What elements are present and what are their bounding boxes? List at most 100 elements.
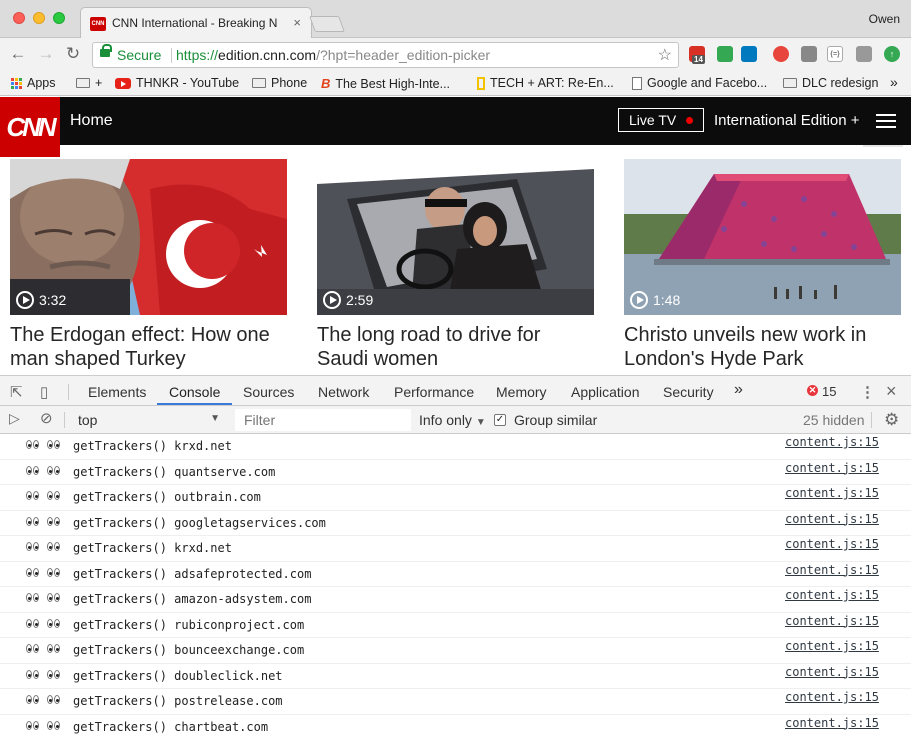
group-similar-checkbox[interactable]: ✓	[494, 414, 506, 426]
console-source-link[interactable]: content.js:15	[785, 665, 879, 679]
bookmark-phone[interactable]: Phone	[252, 76, 307, 90]
story-headline[interactable]: Christo unveils new work in London's Hyd…	[624, 323, 901, 371]
console-source-link[interactable]: content.js:15	[785, 614, 879, 628]
console-message-row[interactable]: getTrackers() bounceexchange.com content.…	[0, 638, 911, 664]
tab-sources[interactable]: Sources	[243, 384, 294, 400]
b-icon: B	[321, 76, 331, 91]
story-thumbnail[interactable]: 1:48	[624, 159, 901, 315]
bookmark-google-facebook[interactable]: Google and Facebo...	[632, 76, 767, 90]
tab-security[interactable]: Security	[663, 384, 714, 400]
story-card-erdogan[interactable]: 3:32 The Erdogan effect: How one man sha…	[10, 159, 287, 371]
devtools-menu-icon[interactable]: ⋮	[860, 383, 875, 401]
cnn-logo[interactable]: CNN	[0, 97, 60, 157]
browser-toolbar: ← → ↻ Secure https://edition.cnn.com/?hp…	[0, 38, 911, 72]
console-source-link[interactable]: content.js:15	[785, 486, 879, 500]
bookmark-apps[interactable]: Apps	[11, 76, 56, 90]
edition-picker[interactable]: International Edition +	[714, 112, 860, 129]
console-message-row[interactable]: getTrackers() adsafeprotected.com content…	[0, 562, 911, 587]
window-close-button[interactable]	[13, 12, 25, 24]
console-source-link[interactable]: content.js:15	[785, 537, 879, 551]
extension-green-icon[interactable]	[717, 46, 733, 62]
console-message-row[interactable]: getTrackers() postrelease.com content.js:…	[0, 689, 911, 715]
window-minimize-button[interactable]	[33, 12, 45, 24]
console-source-link[interactable]: content.js:15	[785, 588, 879, 602]
clear-console-icon[interactable]: ⊘	[40, 409, 53, 427]
extension-red-badge-icon[interactable]: 14	[689, 46, 705, 64]
console-source-link[interactable]: content.js:15	[785, 512, 879, 526]
bookmark-plus-folder[interactable]: +	[76, 76, 102, 90]
console-source-link[interactable]: content.js:15	[785, 461, 879, 475]
reload-icon[interactable]: ↻	[63, 44, 83, 64]
more-tabs-button[interactable]: »	[734, 381, 743, 399]
url-text[interactable]: https://edition.cnn.com/?hpt=header_edit…	[176, 47, 490, 63]
live-tv-button[interactable]: Live TV	[618, 108, 704, 132]
tab-performance[interactable]: Performance	[394, 384, 474, 400]
bookmark-star-icon[interactable]: ☆	[658, 45, 672, 65]
inspect-element-icon[interactable]: ⇱	[10, 383, 23, 401]
console-message-row[interactable]: getTrackers() rubiconproject.com content.…	[0, 613, 911, 638]
console-filter-input[interactable]	[235, 409, 411, 431]
log-levels-select[interactable]: Info only ▼	[419, 412, 486, 428]
play-icon	[16, 291, 34, 309]
story-headline[interactable]: The long road to drive for Saudi women	[317, 323, 594, 371]
context-select[interactable]: top ▼	[70, 410, 228, 430]
story-headline[interactable]: The Erdogan effect: How one man shaped T…	[10, 323, 287, 371]
toolbar-divider	[68, 384, 69, 400]
error-icon[interactable]: ✕	[807, 385, 818, 396]
console-message-row[interactable]: getTrackers() googletagservices.com conte…	[0, 511, 911, 536]
tab-close-icon[interactable]: ×	[293, 15, 301, 30]
devtools-close-icon[interactable]: ×	[886, 381, 897, 402]
story-card-saudi-women[interactable]: 2:59 The long road to drive for Saudi wo…	[317, 159, 594, 371]
youtube-icon	[115, 77, 131, 89]
console-message-row[interactable]: getTrackers() chartbeat.com content.js:15	[0, 715, 911, 737]
console-message-text: getTrackers() doubleclick.net	[73, 668, 283, 683]
ublock-icon[interactable]	[773, 46, 789, 62]
evernote-icon[interactable]	[856, 46, 872, 62]
new-tab-button[interactable]	[309, 16, 345, 32]
console-source-link[interactable]: content.js:15	[785, 563, 879, 577]
console-message-row[interactable]: getTrackers() krxd.net content.js:15	[0, 434, 911, 460]
console-source-link[interactable]: content.js:15	[785, 690, 879, 704]
bookmark-label: Apps	[27, 76, 56, 90]
browser-tab[interactable]: CNN CNN International - Breaking N ×	[80, 7, 312, 38]
nav-home-link[interactable]: Home	[70, 112, 113, 130]
back-arrow-icon[interactable]: ←	[8, 44, 28, 64]
console-settings-gear-icon[interactable]: ⚙	[884, 410, 899, 430]
address-bar[interactable]: Secure https://edition.cnn.com/?hpt=head…	[92, 42, 679, 68]
error-count[interactable]: 15	[822, 384, 836, 399]
window-maximize-button[interactable]	[53, 12, 65, 24]
console-message-row[interactable]: getTrackers() amazon-adsystem.com content…	[0, 587, 911, 613]
story-thumbnail[interactable]: 2:59	[317, 159, 594, 315]
bookmark-tech-art[interactable]: TECH + ART: Re-En...	[477, 76, 614, 90]
console-message-text: getTrackers() quantserve.com	[73, 464, 276, 479]
console-source-link[interactable]: content.js:15	[785, 716, 879, 730]
bookmark-thnkr[interactable]: THNKR - YouTube	[115, 76, 239, 90]
console-message-row[interactable]: getTrackers() quantserve.com content.js:1…	[0, 460, 911, 485]
profile-name[interactable]: Owen	[869, 12, 900, 26]
console-message-row[interactable]: getTrackers() doubleclick.net content.js:…	[0, 664, 911, 689]
tab-console[interactable]: Console	[169, 384, 220, 400]
console-source-link[interactable]: content.js:15	[785, 639, 879, 653]
tab-elements[interactable]: Elements	[88, 384, 146, 400]
story-card-christo[interactable]: 1:48 Christo unveils new work in London'…	[624, 159, 901, 371]
update-arrow-icon[interactable]: ↑	[884, 46, 900, 62]
console-source-link[interactable]: content.js:15	[785, 435, 879, 449]
tab-application[interactable]: Application	[571, 384, 640, 400]
eyes-emoji-icon	[26, 464, 61, 478]
story-thumbnail[interactable]: 3:32	[10, 159, 287, 315]
console-message-row[interactable]: getTrackers() outbrain.com content.js:15	[0, 485, 911, 511]
readability-icon[interactable]	[801, 46, 817, 62]
console-message-row[interactable]: getTrackers() krxd.net content.js:15	[0, 536, 911, 562]
device-toolbar-icon[interactable]: ▯	[40, 383, 48, 401]
forward-arrow-icon[interactable]: →	[36, 44, 56, 64]
sidebar-toggle-icon[interactable]: ▷	[9, 410, 20, 427]
eyes-emoji-icon	[26, 489, 61, 503]
bookmark-dlc-redesign[interactable]: DLC redesign	[783, 76, 878, 90]
tab-memory[interactable]: Memory	[496, 384, 547, 400]
json-viewer-icon[interactable]: {=}	[827, 46, 843, 62]
bookmarks-overflow-button[interactable]: »	[890, 74, 898, 90]
menu-hamburger-icon[interactable]	[876, 114, 896, 128]
trello-icon[interactable]	[741, 46, 757, 62]
bookmark-best-high-interest[interactable]: B The Best High-Inte...	[321, 76, 450, 91]
tab-network[interactable]: Network	[318, 384, 369, 400]
